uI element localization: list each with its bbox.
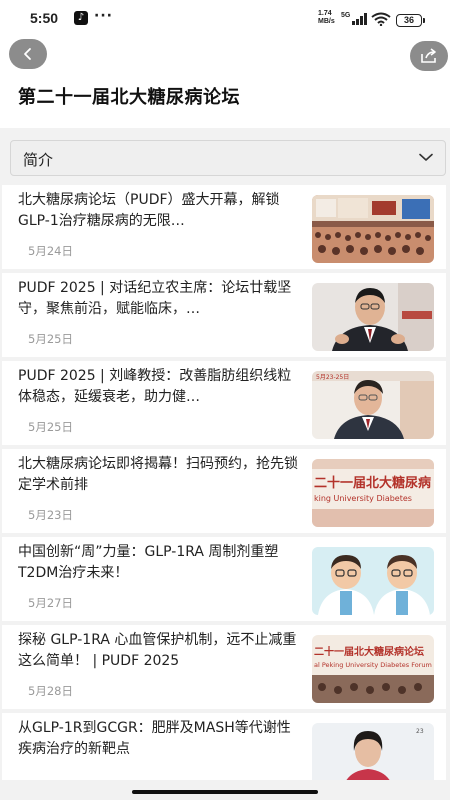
share-icon xyxy=(421,48,436,63)
share-button[interactable] xyxy=(410,41,448,71)
chevron-left-icon xyxy=(24,48,31,60)
article-card[interactable]: PUDF 2025 | 对话纪立农主席：论坛廿载坚守，聚焦前沿，赋能临床，… 5… xyxy=(2,273,446,357)
professor-portrait-image: 5月23-25日 xyxy=(312,371,434,439)
tiktok-icon: ♪ xyxy=(74,11,88,25)
article-list: 北大糖尿病论坛（PUDF）盛大开幕，解锁GLP-1治疗糖尿病的无限… 5月24日… xyxy=(0,185,450,780)
banner-title-text: 二十一届北大糖尿病论坛 xyxy=(314,645,424,658)
article-date: 5月28日 xyxy=(28,684,73,698)
battery-icon: 36 xyxy=(396,14,425,27)
article-title: PUDF 2025 | 对话纪立农主席：论坛廿载坚守，聚焦前沿，赋能临床，… xyxy=(18,280,292,317)
intro-label: 简介 xyxy=(23,151,54,169)
article-date: 5月25日 xyxy=(28,332,73,346)
article-title: PUDF 2025 | 刘峰教授：改善脂肪组织线粒体稳态，延缓衰老，助力健… xyxy=(18,368,292,405)
intro-dropdown[interactable]: 简介 xyxy=(10,140,446,176)
more-notifications-icon: ··· xyxy=(94,8,113,24)
back-button[interactable] xyxy=(9,39,47,69)
banner-subtitle-text: king University Diabetes xyxy=(314,494,412,503)
article-title: 北大糖尿病论坛（PUDF）盛大开幕，解锁GLP-1治疗糖尿病的无限… xyxy=(18,192,280,229)
doctor-tag-text: 23 xyxy=(416,728,424,735)
article-card[interactable]: PUDF 2025 | 刘峰教授：改善脂肪组织线粒体稳态，延缓衰老，助力健… 5… xyxy=(2,361,446,445)
network-speed: 1.74 MB/s xyxy=(318,10,335,25)
article-card[interactable]: 从GLP-1R到GCGR：肥胖及MASH等代谢性疾病治疗的新靶点 23 xyxy=(2,713,446,780)
home-indicator[interactable] xyxy=(132,790,318,794)
article-card[interactable]: 探秘 GLP-1RA 心血管保护机制，远不止减重这么简单！ | PUDF 202… xyxy=(2,625,446,709)
forum-banner-image-2: 二十一届北大糖尿病论坛 al Peking University Diabete… xyxy=(312,635,434,703)
article-date: 5月25日 xyxy=(28,420,73,434)
chevron-down-icon xyxy=(419,153,433,161)
article-card[interactable]: 北大糖尿病论坛（PUDF）盛大开幕，解锁GLP-1治疗糖尿病的无限… 5月24日 xyxy=(2,185,446,269)
article-card[interactable]: 北大糖尿病论坛即将揭幕！扫码预约，抢先锁定学术前排 5月23日 二十一届北大糖尿… xyxy=(2,449,446,533)
banner-title-text: 二十一届北大糖尿病 xyxy=(314,475,431,491)
article-card[interactable]: 中国创新“周”力量：GLP-1RA 周制剂重塑T2DM治疗未来！ 5月27日 xyxy=(2,537,446,621)
article-date: 5月27日 xyxy=(28,596,73,610)
header: 第二十一届北大糖尿病论坛 xyxy=(0,36,450,128)
signal-icon xyxy=(352,13,367,25)
forum-banner-image: 二十一届北大糖尿病 king University Diabetes xyxy=(312,459,434,527)
article-title: 北大糖尿病论坛即将揭幕！扫码预约，抢先锁定学术前排 xyxy=(18,456,298,493)
status-bar: 5:50 ♪ ··· 1.74 MB/s 5G 36 xyxy=(0,0,450,36)
speaker-portrait-image xyxy=(312,283,434,351)
network-type: 5G xyxy=(341,12,351,19)
article-title: 探秘 GLP-1RA 心血管保护机制，远不止减重这么简单！ | PUDF 202… xyxy=(18,632,297,669)
doctor-portrait-image: 23 xyxy=(312,723,434,780)
wifi-icon xyxy=(371,12,391,26)
status-time: 5:50 xyxy=(30,10,59,26)
speaker-badge-text: 5月23-25日 xyxy=(316,374,349,381)
article-title: 从GLP-1R到GCGR：肥胖及MASH等代谢性疾病治疗的新靶点 xyxy=(18,720,291,757)
conference-hall-image xyxy=(312,195,434,263)
page-title: 第二十一届北大糖尿病论坛 xyxy=(18,87,240,108)
article-title: 中国创新“周”力量：GLP-1RA 周制剂重塑T2DM治疗未来！ xyxy=(18,544,279,581)
article-date: 5月23日 xyxy=(28,508,73,522)
banner-subtitle-text: al Peking University Diabetes Forum xyxy=(314,661,432,669)
article-date: 5月24日 xyxy=(28,244,73,258)
doctors-cartoon-image xyxy=(312,547,434,615)
